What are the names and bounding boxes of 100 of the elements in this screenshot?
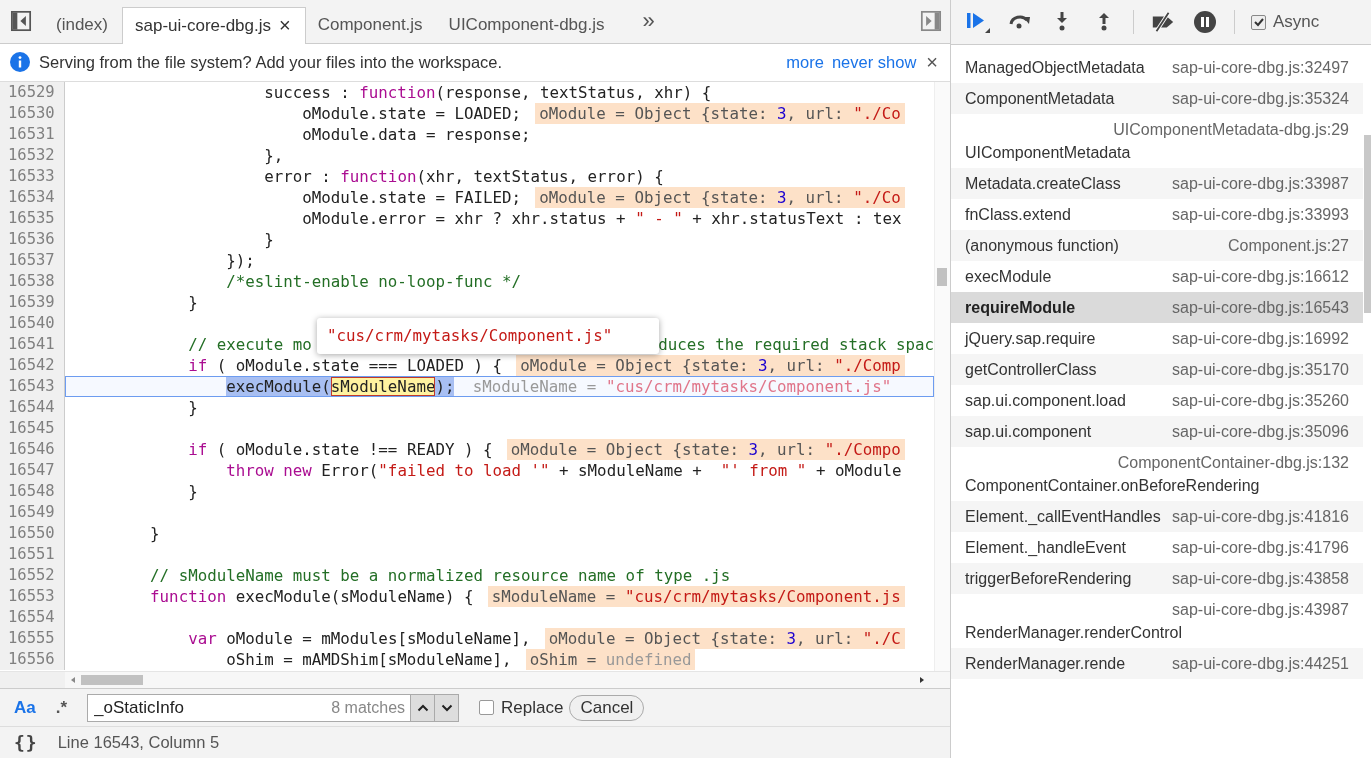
file-tab[interactable]: (index) <box>44 6 122 43</box>
line-number: 16550 <box>0 522 65 544</box>
scroll-right-icon[interactable] <box>918 676 926 685</box>
code-text: execModule(sModuleName); <box>226 375 455 397</box>
line-number: 16538 <box>0 270 65 292</box>
code-text: duces the required stack spac <box>658 333 934 355</box>
navigator-toggle-icon[interactable] <box>10 10 32 33</box>
call-frame[interactable]: jQuery.sap.require sap-ui-core-dbg.js:16992 <box>951 323 1363 354</box>
file-tab[interactable]: UIComponent-dbg.js <box>436 6 619 43</box>
search-option-toggle[interactable]: Aa <box>14 697 36 718</box>
close-button[interactable]: × <box>926 50 938 74</box>
pause-icon[interactable] <box>1192 10 1218 34</box>
call-frame[interactable]: ManagedObjectMetadata sap-ui-core-dbg.js:32497 <box>951 52 1363 83</box>
search-option-toggle[interactable]: .* <box>55 697 68 718</box>
call-frame[interactable]: execModule sap-ui-core-dbg.js:16612 <box>951 261 1363 292</box>
code-text: // sModuleName must be a normalized resource name of type .js <box>150 564 731 586</box>
info-link[interactable]: more <box>786 52 824 72</box>
code-text: } <box>188 291 198 313</box>
scrollbar-thumb[interactable] <box>81 675 143 686</box>
call-frame[interactable]: (anonymous function) Component.js:27 <box>951 230 1363 261</box>
call-frame[interactable]: ComponentMetadata sap-ui-core-dbg.js:35324 <box>951 83 1363 114</box>
call-frame[interactable]: ComponentContainer-dbg.js:132 ComponentContainer.onBeforeRendering <box>951 447 1363 501</box>
call-frame[interactable]: sap-ui-core-dbg.js:43987 RenderManager.renderControl <box>951 594 1363 648</box>
line-number: 16546 <box>0 438 65 460</box>
call-frame[interactable]: fnClass.extend sap-ui-core-dbg.js:33993 <box>951 199 1363 230</box>
line-number: 16547 <box>0 459 65 481</box>
info-icon <box>10 52 30 73</box>
code-text: } <box>264 228 274 250</box>
call-frame[interactable]: RenderManager.rende sap-ui-core-dbg.js:44251 <box>951 648 1363 679</box>
inline-value: oModule = Object {state: 3, url: "./Co <box>535 102 905 124</box>
chevron-up-icon <box>416 703 429 712</box>
code-text: } <box>188 480 198 502</box>
code-text: }, <box>264 144 284 166</box>
next-match-button[interactable] <box>435 693 460 722</box>
line-number: 16553 <box>0 585 65 607</box>
call-frame[interactable]: sap.ui.component sap-ui-core-dbg.js:35096 <box>951 416 1363 447</box>
line-number: 16537 <box>0 249 65 271</box>
async-checkbox[interactable] <box>1251 14 1266 30</box>
replace-label: Replace <box>501 697 564 718</box>
close-tab-button[interactable]: × <box>279 14 291 38</box>
line-number: 16535 <box>0 207 65 229</box>
resume-icon[interactable] <box>965 10 991 34</box>
code-text: if ( oModule.state !== READY ) { <box>188 438 493 460</box>
call-frame[interactable]: requireModule sap-ui-core-dbg.js:16543 <box>951 292 1363 323</box>
inline-value: sModuleName = "cus/crm/mytasks/Component.js <box>487 585 905 607</box>
line-number: 16540 <box>0 312 65 334</box>
code-text: oModule.state = LOADED; <box>302 102 521 124</box>
async-label: Async <box>1273 12 1320 32</box>
call-frame[interactable]: Element._handleEvent sap-ui-core-dbg.js:41796 <box>951 532 1363 563</box>
code-text: error : function(xhr, textStatus, error) { <box>264 165 664 187</box>
line-number: 16554 <box>0 606 65 628</box>
info-message: Serving from the file system? Add your files into the workspace. <box>39 52 503 72</box>
line-number: 16536 <box>0 228 65 250</box>
line-number: 16551 <box>0 543 65 565</box>
inline-value: sModuleName = "cus/crm/mytasks/Component.js" <box>471 375 893 397</box>
chevron-down-icon <box>440 703 453 712</box>
code-text: oModule.error = xhr ? xhr.status + " - " + xhr.statusText : tex <box>302 207 902 229</box>
call-frame[interactable]: UIComponentMetadata-dbg.js:29 UIComponentMetadata <box>951 114 1363 168</box>
info-link[interactable]: never show <box>831 52 917 72</box>
line-number: 16545 <box>0 417 65 439</box>
code-text: oShim = mAMDShim[sModuleName], <box>226 648 512 670</box>
line-number: 16543 <box>0 375 65 397</box>
line-number: 16531 <box>0 123 65 145</box>
code-text: var oModule = mModules[sModuleName], <box>188 627 531 649</box>
file-tab[interactable]: sap-ui-core-dbg.js × <box>121 6 306 44</box>
scrollbar-thumb[interactable] <box>937 267 947 286</box>
line-number: 16549 <box>0 501 65 523</box>
line-number: 16556 <box>0 648 65 670</box>
line-number: 16539 <box>0 291 65 313</box>
call-frame[interactable]: getControllerClass sap-ui-core-dbg.js:35170 <box>951 354 1363 385</box>
scroll-left-icon[interactable] <box>69 676 77 685</box>
code-text: throw new Error("failed to load '" + sModuleName + "' from " + oModule <box>226 459 902 481</box>
cancel-button[interactable]: Cancel <box>569 694 645 721</box>
inline-value: oShim = undefined <box>525 648 696 670</box>
previous-match-button[interactable] <box>411 693 436 722</box>
match-count: 8 matches <box>331 698 406 717</box>
value-tooltip: "cus/crm/mytasks/Component.js" <box>317 317 659 354</box>
code-text: /*eslint-enable no-loop-func */ <box>226 270 521 292</box>
call-frame[interactable]: Metadata.createClass sap-ui-core-dbg.js:33987 <box>951 168 1363 199</box>
sidebar-toggle-icon[interactable] <box>920 10 942 33</box>
line-number: 16555 <box>0 627 65 649</box>
pretty-print-button[interactable]: {} <box>14 732 38 753</box>
line-number: 16552 <box>0 564 65 586</box>
file-tab[interactable]: Component.js <box>305 6 437 43</box>
line-number: 16530 <box>0 102 65 124</box>
deactivate-breakpoints-icon[interactable] <box>1150 10 1176 34</box>
call-frame[interactable]: sap.ui.component.load sap-ui-core-dbg.js:35260 <box>951 385 1363 416</box>
call-frame[interactable]: triggerBeforeRendering sap-ui-core-dbg.js:43858 <box>951 563 1363 594</box>
code-text: if ( oModule.state === LOADED ) { <box>188 354 502 376</box>
replace-checkbox[interactable] <box>479 700 495 716</box>
code-text: }); <box>226 249 255 271</box>
line-number: 16533 <box>0 165 65 187</box>
line-number: 16541 <box>0 333 65 355</box>
call-frame[interactable]: Element._callEventHandles sap-ui-core-dbg.js:41816 <box>951 501 1363 532</box>
code-text: success : function(response, textStatus, xhr) { <box>264 81 712 103</box>
scrollbar-thumb[interactable] <box>1364 135 1371 313</box>
line-number: 16544 <box>0 396 65 418</box>
more-tabs-button[interactable]: » <box>642 8 655 35</box>
code-text: } <box>188 396 198 418</box>
code-text: oModule.data = response; <box>302 123 531 145</box>
